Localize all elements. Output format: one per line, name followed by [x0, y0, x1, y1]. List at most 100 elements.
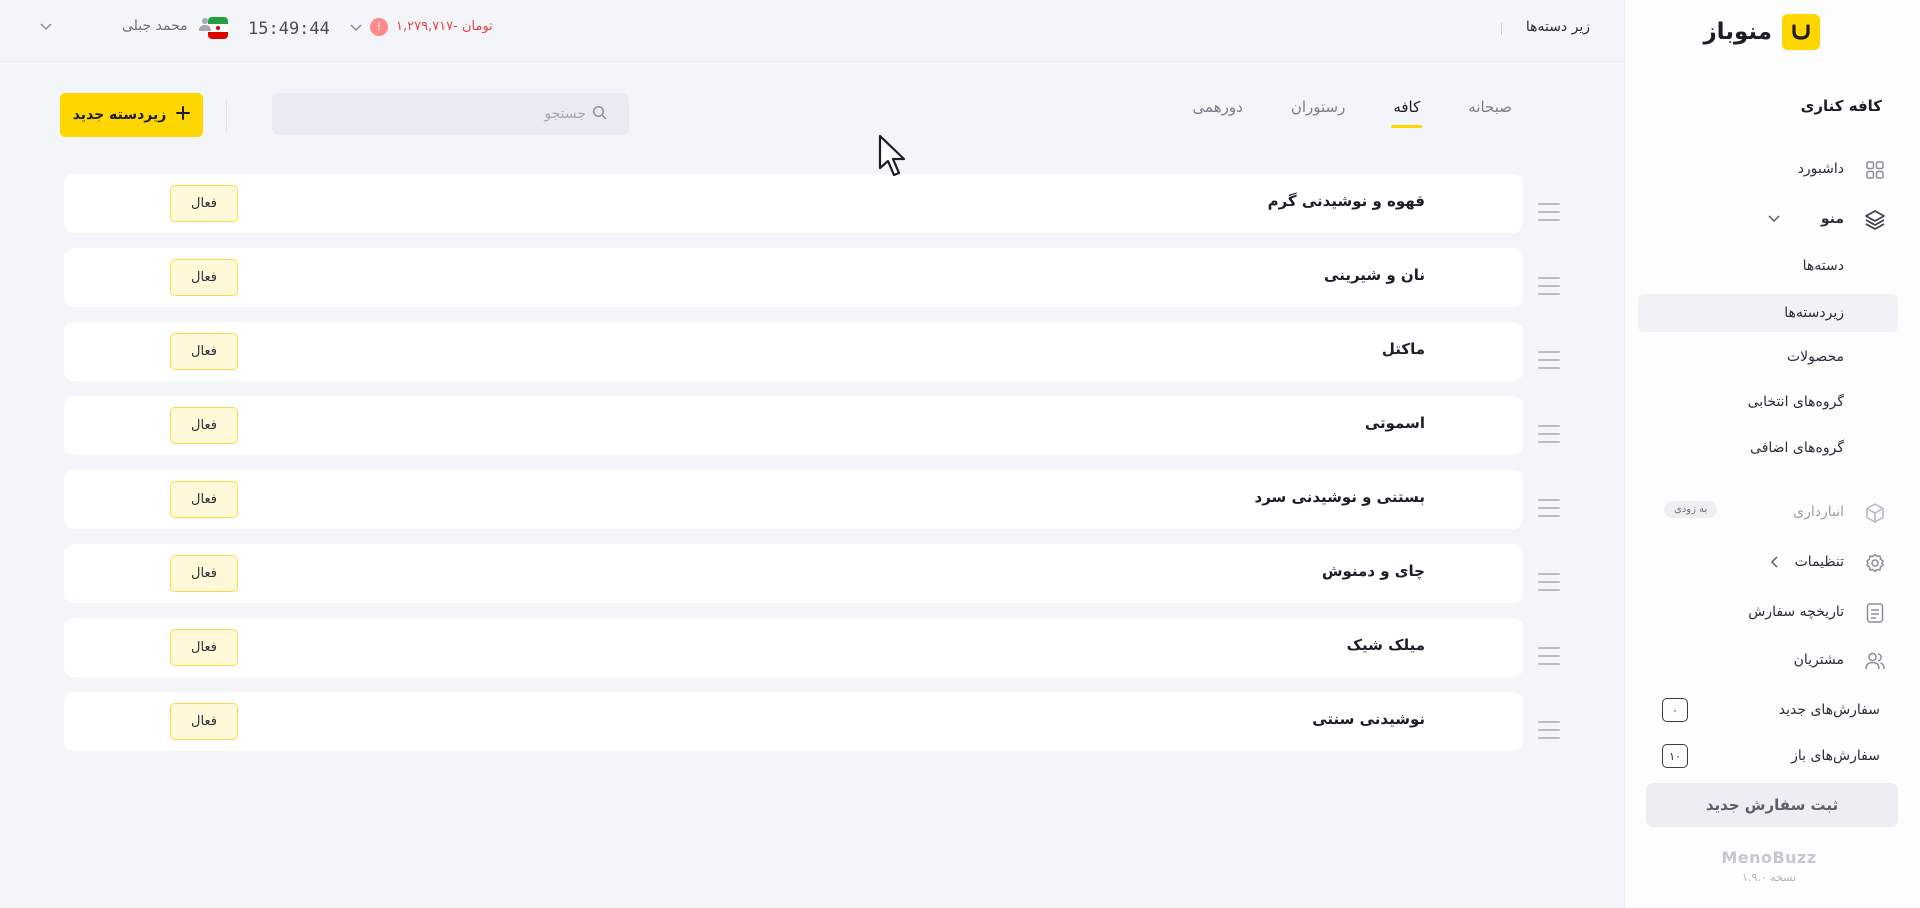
row-name: نان و شیرینی [1324, 266, 1425, 284]
sidebar-item-menu[interactable]: منو [1624, 199, 1920, 239]
cafe-name[interactable]: کافه کناری [1801, 97, 1882, 115]
active-highlight [1638, 294, 1898, 332]
sidebar-item-label: تاریخچه سفارش [1748, 604, 1844, 620]
topbar: زیر دسته‌ها ! تومان -۱,۲۷۹,۷۱۷ 15:49:44 … [0, 0, 1624, 62]
tab-restaurant[interactable]: رستوران [1291, 98, 1346, 128]
sidebar-subitem-categories[interactable]: دسته‌ها [1624, 249, 1920, 285]
mouse-cursor-icon [878, 134, 908, 178]
page-title: زیر دسته‌ها [1525, 19, 1590, 35]
chevron-down-icon[interactable] [350, 17, 362, 36]
status-badge[interactable]: فعال [170, 481, 238, 518]
brand-name: منوباز [1703, 19, 1772, 45]
tab-cafe[interactable]: کافه [1391, 98, 1423, 128]
sidebar-subitem-label: محصولات [1786, 349, 1844, 365]
user-icon [198, 16, 212, 35]
sidebar-subitem-extra-groups[interactable]: گروه‌های اضافی [1624, 431, 1920, 467]
tab-gathering[interactable]: دورهمی [1193, 98, 1243, 128]
drag-handle-icon[interactable] [1538, 277, 1560, 295]
layers-icon [1864, 209, 1886, 231]
brand-logo-icon [1782, 14, 1820, 50]
sidebar-item-label: مشتریان [1793, 652, 1844, 668]
search-box[interactable] [272, 93, 629, 135]
sidebar-subitem-label: گروه‌های انتخابی [1747, 394, 1844, 410]
balance-amount: -۱,۲۷۹,۷۱۷ [396, 19, 458, 34]
clock: 15:49:44 [248, 19, 330, 39]
table-row[interactable]: نان و شیرینی فعال [64, 248, 1523, 307]
row-name: نوشیدنی سنتی [1312, 710, 1425, 728]
chevron-down-icon[interactable] [1766, 211, 1782, 227]
status-badge[interactable]: فعال [170, 333, 238, 370]
drag-handle-icon[interactable] [1538, 425, 1560, 443]
sidebar-item-label: سفارش‌های جدید [1778, 702, 1880, 718]
sidebar-item-order-history[interactable]: تاریخچه سفارش [1624, 592, 1920, 632]
row-name: قهوه و نوشیدنی گرم [1267, 192, 1425, 210]
balance-block[interactable]: ! تومان -۱,۲۷۹,۷۱۷ [350, 17, 493, 36]
search-icon [592, 105, 607, 124]
open-orders-count: ۱۰ [1662, 744, 1688, 768]
category-tabs: صبحانه کافه رستوران دورهمی [1193, 98, 1512, 128]
drag-handle-icon[interactable] [1538, 203, 1560, 221]
toolbar-divider [226, 100, 227, 132]
alert-icon: ! [370, 17, 388, 36]
search-input[interactable] [294, 106, 586, 122]
table-row[interactable]: نوشیدنی سنتی فعال [64, 692, 1523, 751]
row-name: چای و دمنوش [1321, 562, 1425, 580]
status-badge[interactable]: فعال [170, 407, 238, 444]
sidebar-item-new-orders[interactable]: سفارش‌های جدید ۰ [1624, 690, 1920, 730]
balance-currency: تومان [462, 19, 493, 34]
row-name: میلک شیک [1346, 636, 1425, 654]
balance-display: تومان -۱,۲۷۹,۷۱۷ [396, 19, 493, 34]
drag-handle-icon[interactable] [1538, 721, 1560, 739]
table-row[interactable]: اسموتی فعال [64, 396, 1523, 455]
sidebar-item-label: سفارش‌های باز [1791, 748, 1880, 764]
sidebar: منوباز کافه کناری داشبورد منو دسته‌ها زی… [1624, 0, 1920, 908]
table-row[interactable]: چای و دمنوش فعال [64, 544, 1523, 603]
sidebar-subitem-subcategories[interactable]: زیردسته‌ها [1624, 294, 1920, 332]
sidebar-subitem-label: زیردسته‌ها [1784, 305, 1844, 321]
drag-handle-icon[interactable] [1538, 499, 1560, 517]
status-badge[interactable]: فعال [170, 629, 238, 666]
status-badge[interactable]: فعال [170, 555, 238, 592]
sidebar-subitem-products[interactable]: محصولات [1624, 340, 1920, 376]
brand[interactable]: منوباز [1703, 14, 1820, 50]
drag-handle-icon[interactable] [1538, 647, 1560, 665]
status-badge[interactable]: فعال [170, 703, 238, 740]
sidebar-subitem-label: دسته‌ها [1802, 258, 1844, 274]
sidebar-item-label: منو [1820, 211, 1844, 227]
row-name: اسموتی [1364, 414, 1425, 432]
table-row[interactable]: بستنی و نوشیدنی سرد فعال [64, 470, 1523, 529]
title-divider [1501, 23, 1502, 35]
tab-breakfast[interactable]: صبحانه [1468, 98, 1512, 128]
status-badge[interactable]: فعال [170, 259, 238, 296]
drag-handle-icon[interactable] [1538, 351, 1560, 369]
sidebar-item-settings[interactable]: تنظیمات [1624, 542, 1920, 582]
plus-icon [176, 106, 191, 124]
sidebar-subitem-choice-groups[interactable]: گروه‌های انتخابی [1624, 385, 1920, 421]
sidebar-item-label: انبارداری [1793, 504, 1844, 520]
user-menu[interactable]: محمد جبلی [40, 16, 212, 35]
grid-icon [1864, 159, 1886, 181]
sidebar-item-label: داشبورد [1797, 161, 1844, 177]
add-subcategory-button[interactable]: زیردسته جدید [60, 93, 203, 137]
sidebar-item-dashboard[interactable]: داشبورد [1624, 149, 1920, 189]
sidebar-item-customers[interactable]: مشتریان [1624, 640, 1920, 680]
sidebar-subitem-label: گروه‌های اضافی [1750, 440, 1844, 456]
new-order-button[interactable]: ثبت سفارش جدید [1646, 783, 1898, 827]
table-row[interactable]: ماکتل فعال [64, 322, 1523, 381]
table-row[interactable]: قهوه و نوشیدنی گرم فعال [64, 174, 1523, 233]
add-subcategory-label: زیردسته جدید [72, 107, 167, 123]
app-version: نسخه ۱.۹.۰ [1741, 871, 1797, 884]
status-badge[interactable]: فعال [170, 185, 238, 222]
chevron-down-icon[interactable] [40, 16, 52, 35]
drag-handle-icon[interactable] [1538, 573, 1560, 591]
table-row[interactable]: میلک شیک فعال [64, 618, 1523, 677]
sidebar-item-label: تنظیمات [1794, 554, 1844, 570]
footer-brand-name: MenoBuzz [1721, 848, 1817, 867]
users-icon [1864, 650, 1886, 672]
row-name: ماکتل [1381, 340, 1425, 358]
sidebar-item-open-orders[interactable]: سفارش‌های باز ۱۰ [1624, 736, 1920, 776]
box-icon [1864, 502, 1886, 524]
chevron-left-icon[interactable] [1766, 554, 1782, 570]
user-name: محمد جبلی [122, 17, 188, 34]
coming-soon-badge: به زودی [1664, 501, 1718, 518]
